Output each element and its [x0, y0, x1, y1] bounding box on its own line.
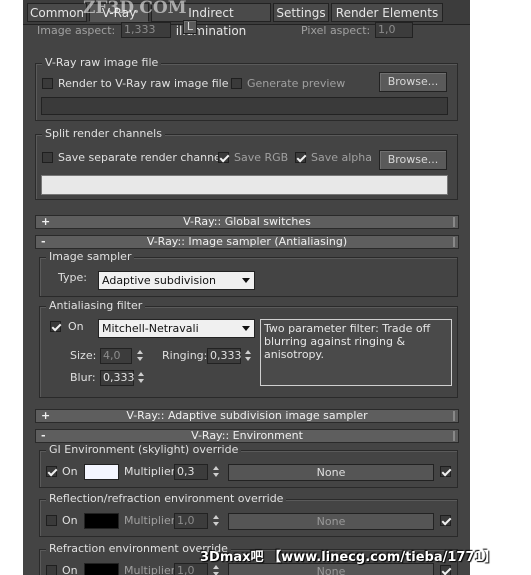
raw-path-field[interactable] [41, 97, 448, 115]
rollout-adaptive-subdivision[interactable]: + V-Ray:: Adaptive subdivision image sam… [35, 409, 459, 423]
refl-env-map-checkbox[interactable] [440, 515, 451, 526]
gi-env-multiplier-arrows[interactable] [212, 464, 221, 480]
image-aspect-input[interactable]: 1,333 [121, 22, 171, 38]
tab-common[interactable]: Common [27, 3, 87, 22]
rollout-edge [453, 217, 455, 227]
gi-env-map-button[interactable]: None [228, 464, 434, 481]
size-label: Size: [70, 349, 97, 362]
refl-env-multiplier-input[interactable]: 1,0 [174, 513, 208, 529]
rollout-global-switches[interactable]: + V-Ray:: Global switches [35, 215, 459, 229]
pixel-aspect-label: Pixel aspect: [301, 24, 371, 37]
gi-env-on-label: On [62, 465, 78, 478]
gi-env-multiplier-label: Multiplier: [124, 465, 179, 478]
rollout-image-sampler[interactable]: - V-Ray:: Image sampler (Antialiasing) [35, 235, 459, 249]
refl-env-on-checkbox[interactable] [46, 515, 57, 526]
site-watermark: ZF3D.COM [83, 0, 187, 18]
blur-spinner-arrows[interactable] [137, 370, 146, 386]
split-channels-group-title: Split render channels [42, 127, 165, 141]
size-spinner-arrows[interactable] [136, 348, 145, 364]
rollout-expand-icon: + [41, 409, 51, 422]
split-channels-group: Split render channels Save separate rend… [35, 127, 458, 200]
rollout-expand-icon: + [41, 215, 51, 228]
refr-env-on-checkbox[interactable] [46, 565, 57, 575]
refl-env-group: Reflection/refraction environment overri… [39, 492, 458, 537]
footer-watermark: 3Dmax吧 【www.linecg.com/tieba/1771】 [200, 550, 497, 565]
refl-env-multiplier-label: Multiplier: [124, 514, 179, 527]
aa-filter-group: Antialiasing filter On Mitchell-Netraval… [39, 299, 458, 398]
ringing-label: Ringing: [162, 349, 208, 362]
sampler-type-value: Adaptive subdivision [102, 274, 216, 287]
aa-filter-value: Mitchell-Netravali [102, 322, 199, 335]
gi-env-group-title: GI Environment (skylight) override [46, 443, 242, 457]
gi-env-map-checkbox[interactable] [440, 466, 451, 477]
ringing-spinner-arrows[interactable] [244, 348, 253, 364]
ringing-input[interactable]: 0,333 [207, 348, 242, 364]
render-raw-label: Render to V-Ray raw image file [58, 77, 229, 90]
split-browse-button[interactable]: Browse... [379, 150, 447, 170]
raw-image-group-title: V-Ray raw image file [42, 56, 162, 70]
chevron-down-icon [242, 278, 250, 283]
rollout-edge [453, 411, 455, 421]
sampler-type-select[interactable]: Adaptive subdivision [98, 271, 255, 290]
raw-image-group: V-Ray raw image file Render to V-Ray raw… [35, 56, 458, 121]
aa-filter-select[interactable]: Mitchell-Netravali [98, 319, 255, 338]
rollout-title: V-Ray:: Adaptive subdivision image sampl… [126, 409, 368, 422]
blur-label: Blur: [70, 371, 96, 384]
rollout-title: V-Ray:: Image sampler (Antialiasing) [146, 235, 348, 248]
aa-filter-on-checkbox[interactable] [50, 321, 61, 332]
save-alpha-label: Save alpha [311, 151, 372, 164]
aa-filter-group-title: Antialiasing filter [46, 299, 146, 313]
generate-preview-checkbox[interactable] [231, 78, 242, 89]
refr-env-map-checkbox[interactable] [440, 565, 451, 575]
gi-env-on-checkbox[interactable] [46, 466, 57, 477]
save-rgb-label: Save RGB [234, 151, 289, 164]
render-setup-panel: Common V-Ray Indirect illumination Setti… [23, 0, 470, 575]
aa-filter-on-label: On [68, 320, 84, 333]
save-separate-checkbox[interactable] [42, 152, 53, 163]
rollout-title: V-Ray:: Environment [191, 429, 303, 442]
raw-browse-button[interactable]: Browse... [379, 72, 447, 92]
rollout-edge [453, 431, 455, 441]
gi-env-multiplier-input[interactable]: 0,3 [174, 464, 208, 480]
generate-preview-label: Generate preview [247, 77, 346, 90]
image-aspect-row: Image aspect: 1,333 L Pixel aspect: 1,0 [23, 20, 470, 38]
image-sampler-group: Image sampler Type: Adaptive subdivision [39, 250, 458, 297]
rollout-title: V-Ray:: Global switches [183, 215, 311, 228]
gi-env-group: GI Environment (skylight) override On Mu… [39, 443, 458, 488]
tab-settings[interactable]: Settings [273, 3, 329, 22]
rollout-collapse-icon: - [41, 235, 46, 248]
refr-env-multiplier-label: Multiplier: [124, 564, 179, 575]
pixel-aspect-input[interactable]: 1,0 [375, 22, 413, 38]
gi-env-color-swatch[interactable] [84, 464, 119, 480]
save-separate-label: Save separate render channels [58, 151, 230, 164]
sampler-type-label: Type: [58, 271, 87, 284]
rollout-edge [453, 237, 455, 247]
tab-render-elements[interactable]: Render Elements [331, 3, 443, 22]
save-rgb-checkbox[interactable] [218, 152, 229, 163]
split-path-field[interactable] [41, 175, 448, 195]
chevron-down-icon [242, 326, 250, 331]
background-margin [470, 0, 531, 575]
image-aspect-label: Image aspect: [37, 24, 116, 37]
aa-filter-description: Two parameter filter: Trade off blurring… [260, 319, 452, 386]
size-input[interactable]: 4,0 [100, 348, 132, 364]
aspect-lock-button[interactable]: L [183, 20, 197, 34]
blur-input[interactable]: 0,333 [100, 370, 135, 386]
refl-env-group-title: Reflection/refraction environment overri… [46, 492, 287, 506]
refl-env-on-label: On [62, 514, 78, 527]
image-sampler-group-title: Image sampler [46, 250, 135, 264]
refr-env-on-label: On [62, 564, 78, 575]
rollout-collapse-icon: - [41, 429, 46, 442]
refr-env-color-swatch[interactable] [84, 563, 119, 575]
refl-env-map-button[interactable]: None [228, 513, 434, 530]
rollout-environment[interactable]: - V-Ray:: Environment [35, 429, 459, 443]
render-raw-checkbox[interactable] [42, 78, 53, 89]
save-alpha-checkbox[interactable] [295, 152, 306, 163]
refl-env-color-swatch[interactable] [84, 513, 119, 529]
refl-env-multiplier-arrows[interactable] [212, 513, 221, 529]
